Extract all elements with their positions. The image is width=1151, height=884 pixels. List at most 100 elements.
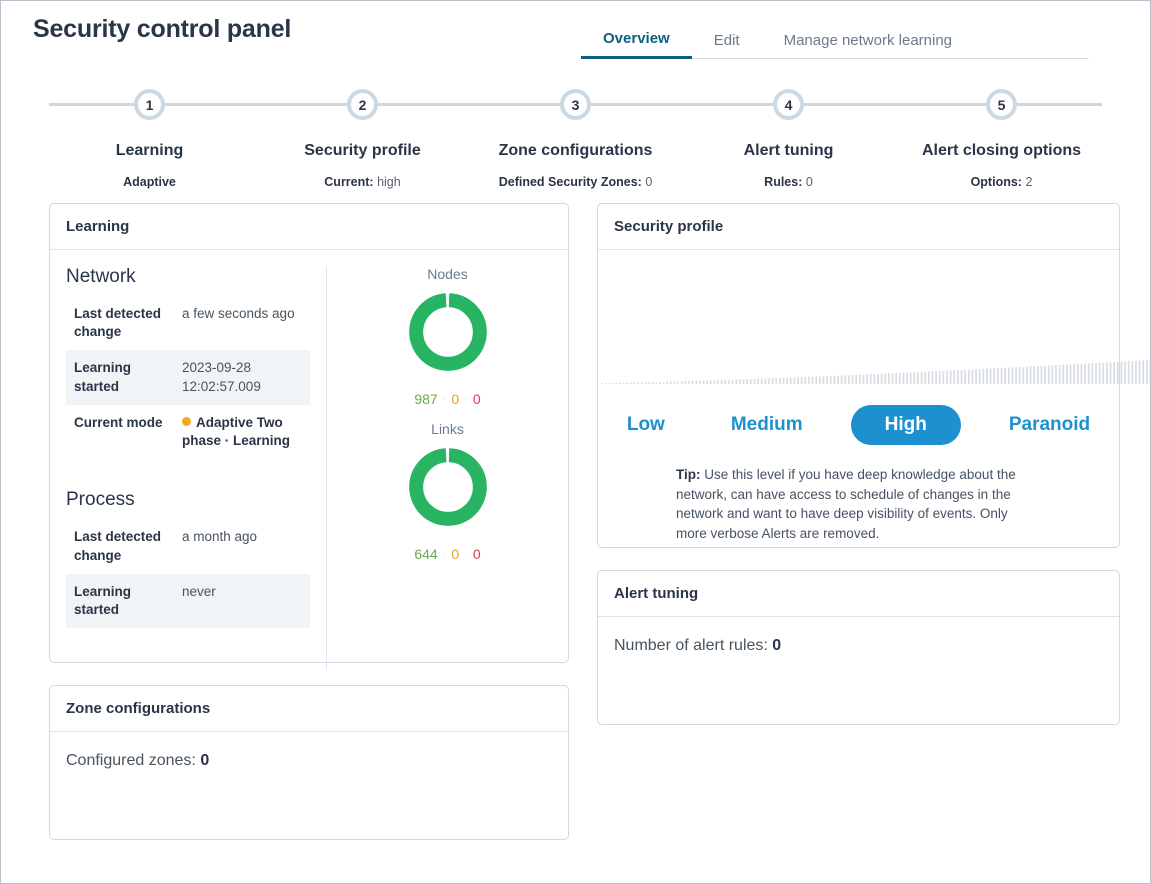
level-button-paranoid[interactable]: Paranoid <box>991 407 1108 443</box>
table-row: Current mode Adaptive Two phase · Learni… <box>66 405 310 459</box>
step-meta-value: 2 <box>1025 175 1033 189</box>
nodes-donut-block: Nodes 987 · 0 · 0 <box>327 266 568 407</box>
alert-tuning-body: Number of alert rules: 0 <box>598 617 1119 675</box>
page-title: Security control panel <box>33 15 292 43</box>
step-number-badge: 5 <box>986 89 1017 120</box>
step-meta-label: Rules: <box>764 175 803 189</box>
step-meta-value: Adaptive <box>123 175 176 189</box>
configured-zones-value: 0 <box>200 752 210 769</box>
page-header: Security control panel Overview Edit Man… <box>1 1 1150 63</box>
tab-bar: Overview Edit Manage network learning <box>581 23 1089 59</box>
table-row: Last detected change a month ago <box>66 519 310 573</box>
level-button-high[interactable]: High <box>850 405 961 445</box>
tab-manage-network-learning[interactable]: Manage network learning <box>762 32 974 58</box>
step-meta-label: Current: <box>324 175 374 189</box>
row-key: Learning started <box>74 360 132 394</box>
nodes-count-warning: 0 <box>451 391 460 407</box>
nodes-count-ok: 987 <box>414 391 438 407</box>
step-meta: Adaptive <box>43 175 256 189</box>
step-security-profile[interactable]: 2 Security profile Current: high <box>256 87 469 189</box>
step-meta-value: high <box>377 175 401 189</box>
left-column: Learning Network Last detected change a … <box>49 203 569 840</box>
learning-card: Learning Network Last detected change a … <box>49 203 569 670</box>
network-info-table: Last detected change a few seconds ago L… <box>66 296 310 459</box>
step-meta-label: Options: <box>970 175 1022 189</box>
table-row: Learning started never <box>66 573 310 629</box>
links-chart-values: 644 · 0 · 0 <box>327 546 568 562</box>
step-meta: Rules: 0 <box>682 175 895 189</box>
row-key: Last detected change <box>74 306 162 340</box>
alert-rules-value: 0 <box>772 637 782 654</box>
tip-label: Tip: <box>676 467 701 482</box>
step-title: Zone configurations <box>498 142 653 159</box>
links-chart-label: Links <box>431 421 464 437</box>
links-count-ok: 644 <box>414 546 438 562</box>
value-separator: · <box>442 393 447 405</box>
level-button-low[interactable]: Low <box>609 407 683 443</box>
row-value: Adaptive Two phase · Learning <box>174 405 310 459</box>
step-alert-tuning[interactable]: 4 Alert tuning Rules: 0 <box>682 87 895 189</box>
tab-overview[interactable]: Overview <box>581 30 692 59</box>
progress-stepper: 1 Learning Adaptive 2 Security profile C… <box>43 87 1108 197</box>
row-key: Learning started <box>74 583 132 617</box>
value-separator: · <box>464 548 468 560</box>
step-title: Security profile <box>304 142 421 159</box>
network-section-title: Network <box>66 266 136 287</box>
links-count-error: 0 <box>472 546 481 562</box>
status-dot-icon <box>182 416 191 426</box>
nodes-chart-label: Nodes <box>427 266 468 282</box>
table-row: Learning started 2023-09-28 12:02:57.009 <box>66 350 310 405</box>
row-value: never <box>182 583 216 599</box>
step-zone-configurations[interactable]: 3 Zone configurations Defined Security Z… <box>469 87 682 189</box>
security-control-panel-page: Security control panel Overview Edit Man… <box>0 0 1151 884</box>
process-section-title: Process <box>66 489 135 511</box>
table-row: Last detected change a few seconds ago <box>66 296 310 350</box>
tip-text: Use this level if you have deep knowledg… <box>676 467 1016 541</box>
step-number-badge: 3 <box>560 89 591 120</box>
level-button-medium[interactable]: Medium <box>713 407 821 443</box>
cards-grid: Learning Network Last detected change a … <box>49 203 1150 840</box>
security-profile-card: Security profile Low Medium High Paranoi… <box>597 203 1150 548</box>
tab-edit[interactable]: Edit <box>692 32 762 58</box>
security-profile-card-title: Security profile <box>598 204 1119 250</box>
step-meta: Current: high <box>256 175 469 189</box>
learning-card-title: Learning <box>50 204 568 250</box>
learning-details: Network Last detected change a few secon… <box>50 266 327 670</box>
links-donut-block: Links 644 · 0 · 0 <box>327 421 568 562</box>
links-donut-chart <box>408 448 487 526</box>
links-count-warning: 0 <box>451 546 460 562</box>
step-learning[interactable]: 1 Learning Adaptive <box>43 87 256 189</box>
nodes-chart-values: 987 · 0 · 0 <box>327 391 568 407</box>
step-number-badge: 2 <box>347 89 378 120</box>
value-separator: · <box>442 548 447 560</box>
step-title: Learning <box>115 142 184 159</box>
learning-donut-charts: Nodes 987 · 0 · 0 Links 644 · 0 · 0 <box>327 266 568 670</box>
process-info-table: Last detected change a month ago Learnin… <box>66 519 310 629</box>
alert-tuning-card-title: Alert tuning <box>598 571 1119 617</box>
row-value: 2023-09-28 12:02:57.009 <box>182 360 261 394</box>
alert-rules-label: Number of alert rules: <box>614 637 768 654</box>
alert-tuning-card: Alert tuning Number of alert rules: 0 <box>597 570 1120 725</box>
step-meta: Options: 2 <box>895 175 1108 189</box>
right-column: Security profile Low Medium High Paranoi… <box>597 203 1150 840</box>
row-value: a month ago <box>182 529 258 545</box>
step-title: Alert closing options <box>921 142 1082 159</box>
security-level-tip: Tip: Use this level if you have deep kno… <box>676 465 1041 543</box>
row-key: Last detected change <box>74 529 162 563</box>
row-value: a few seconds ago <box>182 306 295 321</box>
zone-configurations-body: Configured zones: 0 <box>50 732 568 790</box>
step-meta-label: Defined Security Zones: <box>498 175 642 189</box>
step-alert-closing-options[interactable]: 5 Alert closing options Options: 2 <box>895 87 1108 189</box>
step-number-badge: 1 <box>134 89 165 120</box>
zone-configurations-card: Zone configurations Configured zones: 0 <box>49 685 569 840</box>
value-separator: · <box>464 393 468 405</box>
step-title: Alert tuning <box>743 142 834 159</box>
step-meta: Defined Security Zones: 0 <box>469 175 682 189</box>
nodes-donut-chart <box>408 293 487 371</box>
step-number-badge: 4 <box>773 89 804 120</box>
nodes-count-error: 0 <box>472 391 481 407</box>
zone-configurations-card-title: Zone configurations <box>50 686 568 732</box>
configured-zones-label: Configured zones: <box>66 752 196 769</box>
security-level-selector: Low Medium High Paranoid <box>598 405 1119 445</box>
severity-ramp-graphic <box>601 359 1150 384</box>
